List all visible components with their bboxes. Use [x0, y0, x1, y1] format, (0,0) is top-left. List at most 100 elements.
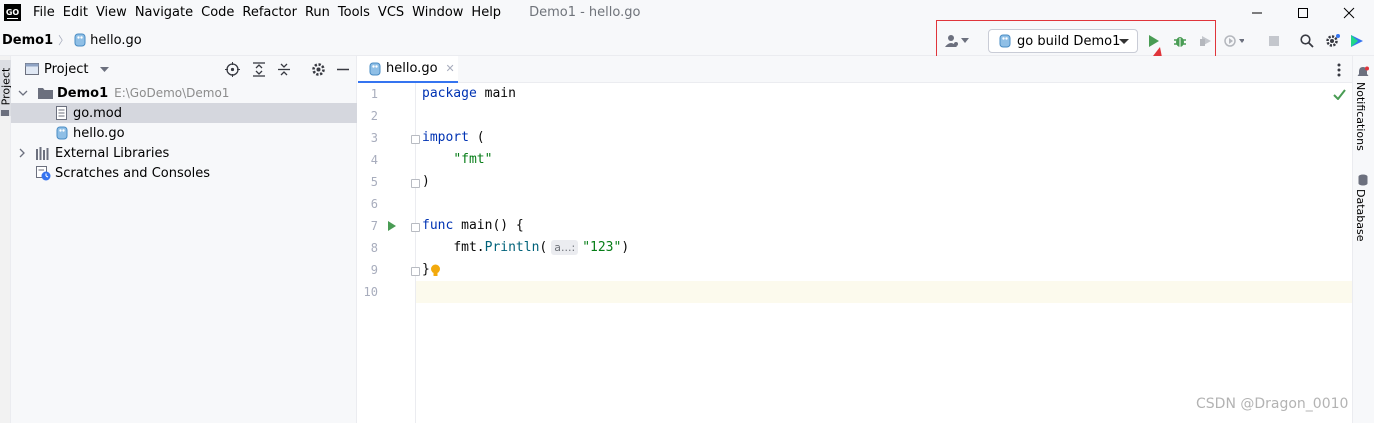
menu-view[interactable]: View: [92, 0, 131, 25]
coverage-button[interactable]: [1196, 31, 1216, 51]
project-path-hint: E:\GoDemo\Demo1: [114, 86, 230, 100]
folder-stripe-icon: [1, 110, 9, 116]
punctuation: (: [539, 240, 548, 255]
line-number: 4: [370, 153, 378, 167]
code-line-1[interactable]: package main: [422, 83, 516, 105]
menu-file[interactable]: File: [29, 0, 59, 25]
maximize-icon: [1298, 7, 1308, 18]
locate-icon[interactable]: [225, 62, 240, 77]
menu-refactor[interactable]: Refactor: [238, 0, 301, 25]
code-line-5[interactable]: ): [422, 171, 430, 193]
search-button[interactable]: [1297, 31, 1317, 51]
menu-vcs[interactable]: VCS: [374, 0, 408, 25]
chevron-down-icon[interactable]: [100, 67, 109, 73]
collapse-all-icon[interactable]: [277, 62, 291, 77]
editor-area: hello.go ✕ 1 2 3 4 5 6 7 8 9 10 package …: [358, 56, 1352, 423]
run-widget: go build Demo1: [942, 29, 1363, 53]
tree-item-label: go.mod: [73, 105, 122, 121]
menu-run[interactable]: Run: [301, 0, 334, 25]
more-options-icon[interactable]: [1337, 63, 1341, 77]
project-panel-title[interactable]: Project: [44, 62, 88, 77]
profile-icon: [1224, 35, 1244, 47]
notifications-icon[interactable]: [1357, 66, 1369, 78]
window-title: Demo1 - hello.go: [529, 5, 641, 20]
settings-button[interactable]: [1323, 31, 1343, 51]
keyword: package: [422, 86, 477, 101]
fold-marker-icon[interactable]: [411, 179, 420, 188]
tree-item-gomod[interactable]: go.mod: [11, 103, 357, 123]
code-line-9[interactable]: }: [422, 259, 430, 281]
menu-window[interactable]: Window: [408, 0, 467, 25]
breadcrumb-file[interactable]: hello.go: [74, 33, 142, 48]
hide-icon[interactable]: [337, 68, 349, 71]
user-menu-button[interactable]: [942, 29, 972, 53]
gear-icon[interactable]: [311, 62, 326, 77]
menu-code[interactable]: Code: [197, 0, 238, 25]
search-icon: [1300, 34, 1314, 48]
line-number: 3: [370, 131, 378, 145]
tree-item-label: External Libraries: [55, 145, 170, 161]
run-configuration-label: go build Demo1: [1017, 33, 1121, 49]
gomod-file-icon: [56, 106, 67, 120]
punctuation: ): [621, 240, 630, 255]
no-problems-check-icon[interactable]: [1333, 89, 1346, 100]
code-line-7[interactable]: func main() {: [422, 215, 524, 237]
plugin-icon: [1351, 35, 1363, 47]
tree-item-external-libraries[interactable]: External Libraries: [11, 143, 357, 163]
fold-marker-icon[interactable]: [411, 267, 420, 276]
parameter-inlay-hint: a...:: [551, 240, 579, 255]
project-panel: Project Demo1 E:\GoDemo\Demo1 go.mod hel…: [11, 56, 357, 423]
line-number: 5: [370, 175, 378, 189]
fold-marker-icon[interactable]: [411, 223, 420, 232]
stop-button[interactable]: [1264, 31, 1284, 51]
stop-icon: [1269, 36, 1279, 46]
menu-help[interactable]: Help: [467, 0, 505, 25]
tree-item-demo1[interactable]: Demo1 E:\GoDemo\Demo1: [11, 83, 357, 103]
fold-marker-icon[interactable]: [411, 135, 420, 144]
breadcrumb-file-label: hello.go: [90, 32, 142, 48]
minimize-button[interactable]: [1234, 0, 1280, 25]
code-line-3[interactable]: import (: [422, 127, 485, 149]
editor-tab-bar: hello.go ✕: [358, 56, 1352, 83]
notifications-tool-label[interactable]: Notifications: [1354, 82, 1367, 151]
code-line-4[interactable]: "fmt": [422, 149, 492, 171]
folder-icon: [38, 88, 53, 99]
menu-edit[interactable]: Edit: [59, 0, 92, 25]
line-number: 2: [370, 109, 378, 123]
expand-all-icon[interactable]: [252, 62, 266, 77]
maximize-button[interactable]: [1280, 0, 1326, 25]
close-button[interactable]: [1326, 0, 1372, 25]
go-file-icon: [369, 62, 381, 75]
line-number: 1: [370, 87, 378, 101]
title-bar: GO File Edit View Navigate Code Refactor…: [0, 0, 1374, 25]
tree-item-label: hello.go: [73, 125, 125, 141]
menu-navigate[interactable]: Navigate: [131, 0, 197, 25]
line-number: 8: [370, 241, 378, 255]
intention-bulb-icon[interactable]: [430, 264, 441, 278]
tree-item-scratches[interactable]: Scratches and Consoles: [11, 163, 357, 183]
breadcrumb-project[interactable]: Demo1: [2, 33, 53, 48]
punctuation: (: [476, 130, 485, 145]
project-panel-header: Project: [11, 56, 356, 83]
menu-tools[interactable]: Tools: [334, 0, 374, 25]
chevron-down-icon[interactable]: [18, 90, 28, 97]
function-call: Println: [484, 240, 540, 255]
go-file-icon: [56, 126, 68, 140]
chevron-right-icon[interactable]: [19, 148, 26, 158]
string-literal: "123": [582, 240, 622, 255]
code-line-8[interactable]: fmt.Println(a...: "123"): [422, 237, 629, 259]
gutter-run-icon[interactable]: [387, 220, 397, 232]
tab-label: hello.go: [386, 61, 438, 76]
package-qualifier: fmt.: [453, 240, 485, 255]
function-signature: main() {: [461, 218, 524, 233]
database-icon[interactable]: [1358, 174, 1368, 186]
plugin-button[interactable]: [1347, 31, 1367, 51]
tab-close-icon[interactable]: ✕: [446, 62, 455, 75]
database-tool-label[interactable]: Database: [1354, 189, 1367, 242]
line-number: 9: [370, 263, 378, 277]
string-literal: "fmt": [453, 152, 493, 167]
tree-item-hello-go[interactable]: hello.go: [11, 123, 357, 143]
go-config-icon: [999, 34, 1011, 48]
profile-button[interactable]: [1224, 31, 1244, 51]
tab-hello-go[interactable]: hello.go ✕: [358, 56, 458, 83]
